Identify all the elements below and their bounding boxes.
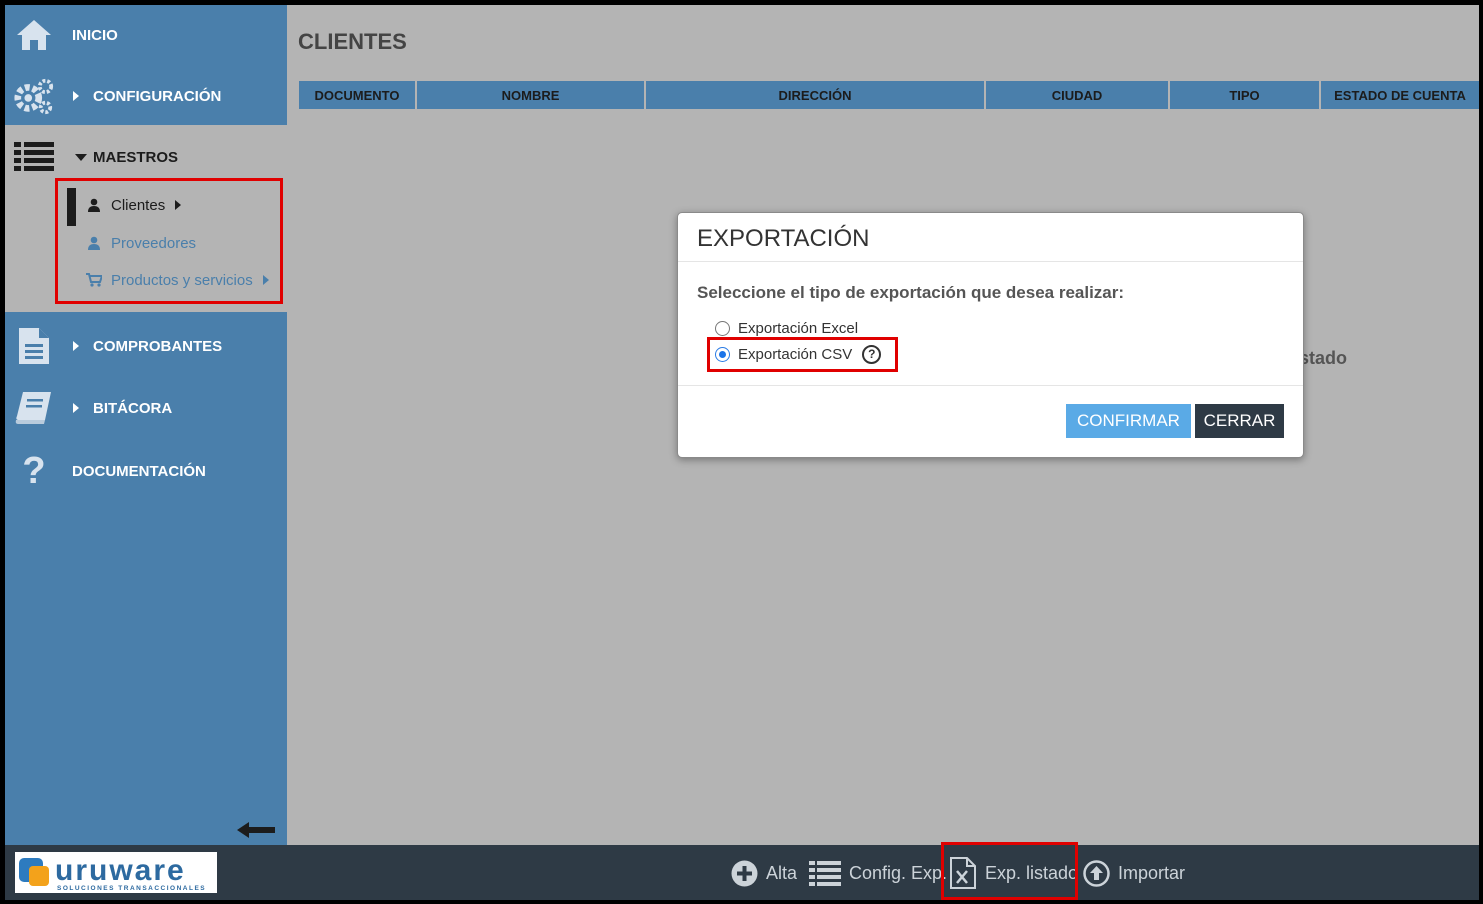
table-header: DOCUMENTO NOMBRE DIRECCIÓN CIUDAD TIPO E… [299, 81, 1479, 109]
caret-down-icon [75, 153, 87, 161]
caret-right-icon [73, 341, 79, 351]
window-frame: INICIO CONFIGURACIÓN MAESTROS Clientes P… [0, 0, 1483, 904]
highlight-box [941, 842, 1078, 900]
caret-right-icon [73, 403, 79, 413]
close-button[interactable]: CERRAR [1195, 404, 1284, 438]
list-icon [13, 136, 55, 178]
book-icon [13, 387, 55, 429]
collapse-arrow-icon[interactable] [235, 820, 277, 845]
document-icon [13, 325, 55, 367]
option-excel[interactable]: Exportación Excel [715, 317, 858, 339]
nav-label: INICIO [72, 26, 118, 44]
option-label: Exportación Excel [738, 319, 859, 337]
radio-excel[interactable] [715, 320, 730, 336]
column-header[interactable]: DIRECCIÓN [646, 81, 986, 109]
nav-inicio[interactable]: INICIO [5, 5, 287, 65]
nav-bitacora[interactable]: BITÁCORA [5, 378, 287, 438]
gears-icon [13, 75, 55, 117]
toolbar-label: Config. Exp. [849, 862, 948, 883]
highlight-box [55, 178, 283, 304]
sidebar: INICIO CONFIGURACIÓN MAESTROS Clientes P… [5, 5, 287, 845]
list-icon [809, 860, 841, 886]
nav-label: CONFIGURACIÓN [93, 87, 222, 105]
confirm-button[interactable]: CONFIRMAR [1066, 404, 1191, 438]
upload-circle-icon [1083, 859, 1110, 887]
home-icon [13, 14, 55, 56]
nav-comprobantes[interactable]: COMPROBANTES [5, 316, 287, 376]
column-header[interactable]: CIUDAD [986, 81, 1170, 109]
bottom-toolbar: uruware SOLUCIONES TRANSACCIONALES Alta … [5, 842, 1479, 900]
uruware-logo: uruware SOLUCIONES TRANSACCIONALES [15, 852, 217, 893]
export-modal: EXPORTACIÓN Seleccione el tipo de export… [677, 212, 1304, 458]
modal-title: EXPORTACIÓN [697, 225, 870, 252]
toolbar-label: Alta [766, 862, 798, 883]
background-text: stado [1299, 348, 1348, 368]
column-header[interactable]: DOCUMENTO [299, 81, 417, 109]
column-header[interactable]: ESTADO DE CUENTA [1321, 81, 1479, 109]
nav-configuracion[interactable]: CONFIGURACIÓN [5, 66, 287, 126]
nav-documentacion[interactable]: ? DOCUMENTACIÓN [5, 441, 287, 501]
toolbar-label: Importar [1118, 862, 1186, 883]
page-title: CLIENTES [298, 29, 407, 54]
importar-button[interactable]: Importar [1083, 858, 1185, 888]
modal-question: Seleccione el tipo de exportación que de… [697, 283, 1125, 302]
logo-text: uruware [55, 854, 186, 887]
app-container: INICIO CONFIGURACIÓN MAESTROS Clientes P… [5, 5, 1479, 900]
alta-button[interactable]: Alta [731, 858, 797, 888]
caret-right-icon [73, 91, 79, 101]
column-header[interactable]: NOMBRE [417, 81, 646, 109]
question-icon: ? [22, 449, 46, 492]
nav-label: DOCUMENTACIÓN [72, 462, 206, 480]
plus-circle-icon [731, 860, 758, 887]
nav-label: MAESTROS [93, 148, 179, 166]
highlight-box [707, 337, 898, 372]
column-header[interactable]: TIPO [1170, 81, 1321, 109]
divider [678, 261, 1303, 262]
nav-label: COMPROBANTES [93, 337, 223, 355]
divider [678, 385, 1303, 386]
logo-tagline: SOLUCIONES TRANSACCIONALES [57, 885, 206, 892]
config-exp-button[interactable]: Config. Exp. [809, 858, 947, 888]
nav-label: BITÁCORA [93, 399, 173, 417]
